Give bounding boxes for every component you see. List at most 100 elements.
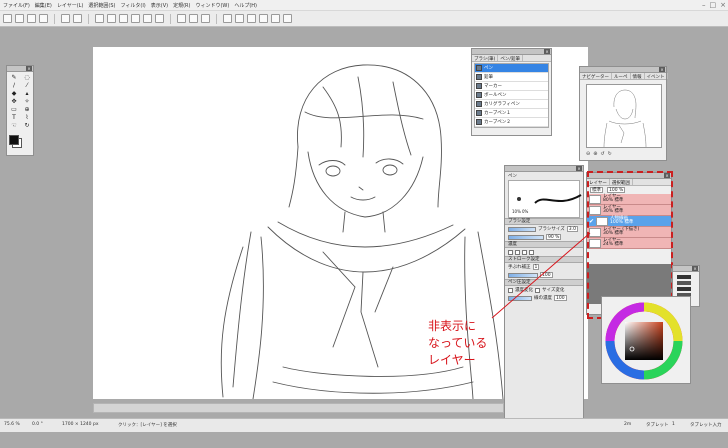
brush-settings-titlebar[interactable]: × bbox=[505, 166, 583, 172]
transform-icon[interactable] bbox=[155, 14, 164, 23]
zoom-in-icon[interactable]: ⊕ bbox=[593, 151, 597, 157]
menu-view[interactable]: 表示(V) bbox=[151, 2, 168, 9]
brush-item-marker[interactable]: マーカー bbox=[475, 82, 548, 91]
print-icon[interactable] bbox=[39, 14, 48, 23]
brush-item-pencil[interactable]: 鉛筆 bbox=[475, 73, 548, 82]
blend-mode-select[interactable]: 標準 bbox=[590, 187, 603, 193]
brush-item-curve-1[interactable]: カーブペン１ bbox=[475, 109, 548, 118]
horizontal-scrollbar[interactable] bbox=[93, 403, 504, 413]
close-icon[interactable]: × bbox=[544, 49, 550, 54]
new-file-icon[interactable] bbox=[3, 14, 12, 23]
tab-event[interactable]: イベント bbox=[645, 73, 668, 80]
swatch-bar[interactable] bbox=[677, 281, 691, 285]
swatch-bar[interactable] bbox=[677, 287, 691, 291]
close-icon[interactable]: × bbox=[576, 166, 582, 171]
zoom-fit-icon[interactable] bbox=[247, 14, 256, 23]
save-icon[interactable] bbox=[27, 14, 36, 23]
close-icon[interactable]: × bbox=[26, 66, 32, 71]
tool-palette-titlebar[interactable]: × bbox=[7, 66, 33, 72]
deselect-icon[interactable] bbox=[189, 14, 198, 23]
close-icon[interactable]: × bbox=[720, 1, 726, 9]
brush-tool-icon[interactable]: ∕ bbox=[8, 82, 20, 89]
menu-ruler[interactable]: 定規(R) bbox=[173, 2, 190, 9]
zoom-out-icon[interactable] bbox=[235, 14, 244, 23]
navigator-panel: × ナビゲーター ルーペ 情報 イベント ⊖ ⊕ ↺ ↻ bbox=[579, 66, 668, 161]
tab-navigator[interactable]: ナビゲーター bbox=[580, 73, 612, 80]
close-icon[interactable]: × bbox=[692, 266, 698, 271]
section-brush-settings[interactable]: ブラシ設定 bbox=[505, 218, 583, 225]
rotate-tool-icon[interactable]: ↻ bbox=[21, 122, 33, 129]
tab-loupe[interactable]: ルーペ bbox=[612, 73, 631, 80]
invert-selection-icon[interactable] bbox=[201, 14, 210, 23]
reset-view-icon[interactable] bbox=[283, 14, 292, 23]
layer-copy-icon[interactable] bbox=[131, 14, 140, 23]
visibility-check-icon[interactable]: ✔ bbox=[589, 218, 594, 225]
layer-row-5[interactable]: レイヤー 24% 標準 bbox=[587, 238, 671, 249]
tab-selection[interactable]: 選択範囲 bbox=[610, 179, 633, 186]
tablet-label: タブレット bbox=[646, 423, 669, 428]
pen-tool-icon[interactable]: ✎ bbox=[8, 74, 20, 81]
layer-row-3[interactable]: ✔ 人物線画 100% 標準 bbox=[587, 216, 671, 227]
zoom-out-icon[interactable]: ⊖ bbox=[586, 151, 590, 157]
color-wheel[interactable] bbox=[602, 297, 692, 385]
brush-item-curve-2[interactable]: カーブペン２ bbox=[475, 118, 548, 127]
select-all-icon[interactable] bbox=[177, 14, 186, 23]
menu-window[interactable]: ウィンドウ(W) bbox=[195, 2, 229, 9]
layer-opacity-field[interactable]: 100 % bbox=[607, 187, 626, 193]
close-icon[interactable]: × bbox=[659, 67, 665, 72]
brush-item-calligraphy[interactable]: カリグラフィペン bbox=[475, 100, 548, 109]
status-bar: 75.6 % 0.0 ° 1700 × 1240 px クリック：[レイヤー] … bbox=[0, 418, 728, 432]
rect-select-icon[interactable]: ▭ bbox=[8, 106, 20, 113]
cut-icon[interactable] bbox=[95, 14, 104, 23]
layer-row-1[interactable]: レイヤー 80% 標準 bbox=[587, 194, 671, 205]
brush-item-pen[interactable]: ペン bbox=[475, 64, 548, 73]
brush-item-ballpen[interactable]: ボールペン bbox=[475, 91, 548, 100]
tab-pen-pencil[interactable]: ペン/鉛筆 bbox=[498, 55, 523, 62]
eyedropper-icon[interactable]: ⌇ bbox=[21, 114, 33, 121]
mini-panel-titlebar[interactable]: × bbox=[673, 266, 699, 272]
zoom-tool-icon[interactable]: ⊕ bbox=[21, 106, 33, 113]
wand-tool-icon[interactable]: ✧ bbox=[21, 98, 33, 105]
hand-tool-icon[interactable]: ☜ bbox=[8, 122, 20, 129]
redo-icon[interactable] bbox=[73, 14, 82, 23]
paste-icon[interactable] bbox=[119, 14, 128, 23]
undo-icon[interactable] bbox=[61, 14, 70, 23]
tab-info[interactable]: 情報 bbox=[631, 73, 645, 80]
open-folder-icon[interactable] bbox=[15, 14, 24, 23]
menu-file[interactable]: ファイル(F) bbox=[3, 2, 30, 9]
layer-panel-titlebar[interactable]: × bbox=[587, 173, 671, 179]
lasso-tool-icon[interactable]: ◌ bbox=[21, 74, 33, 81]
menubar: ファイル(F) 編集(E) レイヤー(L) 選択範囲(S) フィルタ(I) 表示… bbox=[0, 0, 728, 11]
rotate-left-icon[interactable] bbox=[259, 14, 268, 23]
minimize-icon[interactable]: – bbox=[702, 1, 706, 9]
layer-row-2[interactable]: レイヤー 30% 標準 bbox=[587, 205, 671, 216]
navigator-titlebar[interactable]: × bbox=[580, 67, 666, 73]
menu-edit[interactable]: 編集(E) bbox=[35, 2, 52, 9]
menu-help[interactable]: ヘルプ(H) bbox=[234, 2, 257, 9]
close-icon[interactable]: × bbox=[664, 173, 670, 178]
select-pen-icon[interactable]: ⁄ bbox=[21, 82, 33, 89]
brush-panel-titlebar[interactable]: × bbox=[472, 49, 551, 55]
maximize-icon[interactable]: □ bbox=[710, 1, 717, 9]
menu-layer[interactable]: レイヤー(L) bbox=[57, 2, 84, 9]
tab-brush[interactable]: ブラシ(筆) bbox=[472, 55, 499, 62]
move-tool-icon[interactable]: ✥ bbox=[8, 98, 20, 105]
text-tool-icon[interactable]: T bbox=[8, 114, 20, 121]
foreground-color-swatch[interactable] bbox=[9, 135, 19, 145]
zoom-in-icon[interactable] bbox=[223, 14, 232, 23]
menu-filter[interactable]: フィルタ(I) bbox=[120, 2, 145, 9]
swatch-bar[interactable] bbox=[677, 275, 691, 279]
navigator-thumbnail[interactable] bbox=[586, 84, 662, 148]
fill-tool-icon[interactable]: ◆ bbox=[8, 90, 20, 97]
copy-icon[interactable] bbox=[107, 14, 116, 23]
layer-merge-icon[interactable] bbox=[143, 14, 152, 23]
menu-selection[interactable]: 選択範囲(S) bbox=[88, 2, 115, 9]
pen-icon bbox=[476, 65, 482, 71]
gradient-tool-icon[interactable]: ▴ bbox=[21, 90, 33, 97]
tab-layer[interactable]: レイヤー bbox=[587, 179, 610, 186]
layer-panel: × レイヤー 選択範囲 標準 100 % レイヤー 80% 標準 レイヤー 30% … bbox=[586, 172, 672, 315]
layer-row-4[interactable]: レイヤー (下描き) 30% 標準 bbox=[587, 227, 671, 238]
rotate-right-icon[interactable] bbox=[271, 14, 280, 23]
rotate-right-icon[interactable]: ↻ bbox=[608, 151, 612, 157]
rotate-left-icon[interactable]: ↺ bbox=[600, 151, 604, 157]
